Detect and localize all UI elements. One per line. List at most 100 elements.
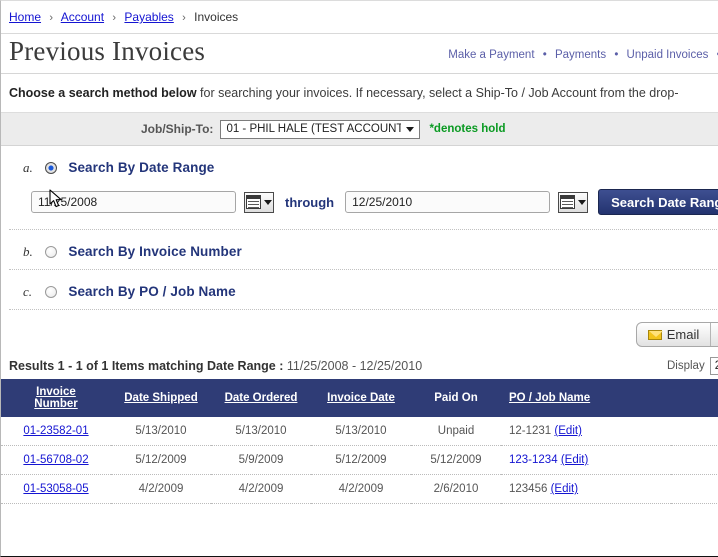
invoice-number-link[interactable]: 01-56708-02 bbox=[23, 454, 88, 466]
search-option-date-range[interactable]: a. Search By Date Range bbox=[1, 146, 718, 185]
cell-invoice-number: 01-53058-05 bbox=[1, 474, 111, 504]
col-invoice-number[interactable]: Invoice Number bbox=[1, 379, 111, 417]
breadcrumb: Home › Account › Payables › Invoices bbox=[1, 1, 718, 34]
cell-date-shipped: 5/12/2009 bbox=[111, 445, 211, 475]
edit-link[interactable]: (Edit) bbox=[554, 425, 581, 437]
cell-paid-on: Unpaid bbox=[411, 417, 501, 446]
cell-date-shipped: 4/2/2009 bbox=[111, 474, 211, 504]
job-shipto-label: Job/Ship-To: bbox=[141, 122, 214, 136]
cell-total: ($0.17) bbox=[671, 445, 718, 475]
cell-paid-on: 2/6/2010 bbox=[411, 474, 501, 504]
calendar-icon-from[interactable] bbox=[244, 191, 274, 213]
cell-po-job-name: 123456 (Edit) bbox=[501, 474, 671, 504]
table-row: 01-56708-02 5/12/2009 5/9/2009 5/12/2009… bbox=[1, 445, 718, 475]
search-option-invoice-number[interactable]: b. Search By Invoice Number bbox=[1, 230, 718, 269]
option-label-date-range: Search By Date Range bbox=[68, 160, 215, 175]
breadcrumb-item-account[interactable]: Account bbox=[61, 10, 104, 24]
col-date-shipped[interactable]: Date Shipped bbox=[111, 379, 211, 417]
cell-date-ordered: 4/2/2009 bbox=[211, 474, 311, 504]
invoice-number-link[interactable]: 01-23582-01 bbox=[23, 425, 88, 437]
col-invoice-number-line2: Number bbox=[34, 398, 78, 410]
display-rows-control: Display 20 rows bbox=[667, 357, 718, 375]
nav-unpaid-invoices[interactable]: Unpaid Invoices bbox=[627, 49, 709, 61]
breadcrumb-item-invoices: Invoices bbox=[194, 10, 239, 24]
date-from-input[interactable]: 11/25/2008 bbox=[31, 191, 236, 213]
search-option-po-job-name[interactable]: c. Search By PO / Job Name bbox=[1, 270, 718, 309]
breadcrumb-separator-icon: › bbox=[182, 12, 186, 24]
cell-invoice-date: 4/2/2009 bbox=[311, 474, 411, 504]
cell-invoice-date: 5/13/2010 bbox=[311, 417, 411, 446]
calendar-icon-to[interactable] bbox=[558, 191, 589, 213]
email-button-label: Email bbox=[666, 327, 700, 342]
edit-link[interactable]: (Edit) bbox=[561, 454, 588, 466]
col-date-ordered[interactable]: Date Ordered bbox=[211, 379, 311, 417]
cell-date-ordered: 5/13/2010 bbox=[211, 417, 311, 446]
page-header: Previous Invoices Make a Payment • Payme… bbox=[1, 34, 718, 74]
job-shipto-selected-value: 01 - PHIL HALE (TEST ACCOUNT) bbox=[226, 123, 408, 135]
cell-total: $0.00 bbox=[671, 417, 718, 446]
instruction-text: Choose a search method below for searchi… bbox=[1, 74, 718, 113]
instruction-bold: Choose a search method below bbox=[9, 86, 197, 100]
col-invoice-date[interactable]: Invoice Date bbox=[311, 379, 411, 417]
page-title: Previous Invoices bbox=[9, 36, 206, 66]
invoices-table-body: 01-23582-01 5/13/2010 5/13/2010 5/13/201… bbox=[1, 417, 718, 504]
results-range: 11/25/2008 - 12/25/2010 bbox=[286, 359, 423, 373]
table-row: 01-23582-01 5/13/2010 5/13/2010 5/13/201… bbox=[1, 417, 718, 446]
option-letter-c: c. bbox=[23, 284, 33, 299]
results-middle: - 1 of 1 Items matching Date Range : bbox=[64, 359, 287, 373]
cell-invoice-number: 01-56708-02 bbox=[1, 445, 111, 475]
option-label-invoice-number: Search By Invoice Number bbox=[68, 244, 242, 259]
po-job-name-value: 123-1234 bbox=[509, 454, 558, 466]
denotes-hold-note: *denotes hold bbox=[429, 123, 506, 135]
invoices-table-header: Invoice Number Date Shipped Date Ordered… bbox=[1, 379, 718, 417]
po-job-name-value: 12-1231 bbox=[509, 425, 552, 437]
cell-invoice-date: 5/12/2009 bbox=[311, 445, 411, 475]
results-prefix: Results 1 bbox=[9, 359, 65, 373]
results-summary-row: Results 1 - 1 of 1 Items matching Date R… bbox=[1, 355, 718, 379]
cell-po-job-name: 123-1234 (Edit) bbox=[501, 445, 671, 475]
radio-search-by-invoice-number[interactable] bbox=[45, 246, 57, 258]
breadcrumb-item-home[interactable]: Home bbox=[9, 10, 41, 24]
through-label: through bbox=[285, 194, 335, 210]
radio-search-by-date-range[interactable] bbox=[45, 162, 57, 174]
col-po-job-name[interactable]: PO / Job Name bbox=[501, 379, 671, 417]
results-summary: Results 1 - 1 of 1 Items matching Date R… bbox=[9, 359, 422, 373]
nav-payments[interactable]: Payments bbox=[555, 49, 606, 61]
date-to-input[interactable]: 12/25/2010 bbox=[345, 191, 551, 213]
cell-invoice-number: 01-23582-01 bbox=[1, 417, 111, 446]
export-actions: Email Print bbox=[1, 310, 718, 355]
cell-po-job-name: 12-1231 (Edit) bbox=[501, 417, 671, 446]
po-job-name-value: 123456 bbox=[509, 483, 548, 495]
col-paid-on: Paid On bbox=[411, 379, 501, 417]
email-button[interactable]: Email bbox=[637, 323, 711, 346]
date-range-controls: 11/25/2008 through 12/25/2010 Search Dat… bbox=[1, 185, 718, 229]
cell-date-shipped: 5/13/2010 bbox=[111, 417, 211, 446]
rows-per-page-select[interactable]: 20 bbox=[709, 357, 718, 375]
nav-make-a-payment[interactable]: Make a Payment bbox=[448, 49, 534, 61]
nav-separator-icon: • bbox=[542, 49, 547, 61]
browser-viewport: Home › Account › Payables › Invoices Pre… bbox=[0, 0, 718, 557]
table-header-row: Invoice Number Date Shipped Date Ordered… bbox=[1, 379, 718, 417]
table-row: 01-53058-05 4/2/2009 4/2/2009 4/2/2009 2… bbox=[1, 474, 718, 504]
chevron-down-icon bbox=[401, 120, 419, 138]
page-canvas: Home › Account › Payables › Invoices Pre… bbox=[1, 1, 718, 556]
section-nav: Make a Payment • Payments • Unpaid Invoi… bbox=[448, 46, 718, 65]
instruction-rest: for searching your invoices. If necessar… bbox=[196, 86, 679, 100]
invoice-number-link[interactable]: 01-53058-05 bbox=[23, 483, 88, 495]
breadcrumb-item-payables[interactable]: Payables bbox=[124, 10, 173, 24]
job-shipto-select[interactable]: 01 - PHIL HALE (TEST ACCOUNT) bbox=[220, 119, 421, 139]
col-invoice-number-line1: Invoice bbox=[36, 386, 76, 398]
cell-date-ordered: 5/9/2009 bbox=[211, 445, 311, 475]
breadcrumb-separator-icon: › bbox=[112, 12, 117, 24]
invoices-table: Invoice Number Date Shipped Date Ordered… bbox=[1, 379, 718, 504]
print-button[interactable]: Print bbox=[710, 323, 718, 346]
edit-link[interactable]: (Edit) bbox=[551, 483, 578, 495]
radio-search-by-po-job-name[interactable] bbox=[45, 286, 57, 298]
col-total: Total bbox=[671, 379, 718, 417]
job-shipto-row: Job/Ship-To: 01 - PHIL HALE (TEST ACCOUN… bbox=[1, 113, 718, 146]
cell-total: $0.30 bbox=[671, 474, 718, 504]
option-letter-b: b. bbox=[23, 244, 33, 259]
search-date-range-button[interactable]: Search Date Range bbox=[598, 189, 718, 215]
cell-paid-on: 5/12/2009 bbox=[411, 445, 501, 475]
option-letter-a: a. bbox=[23, 160, 33, 175]
